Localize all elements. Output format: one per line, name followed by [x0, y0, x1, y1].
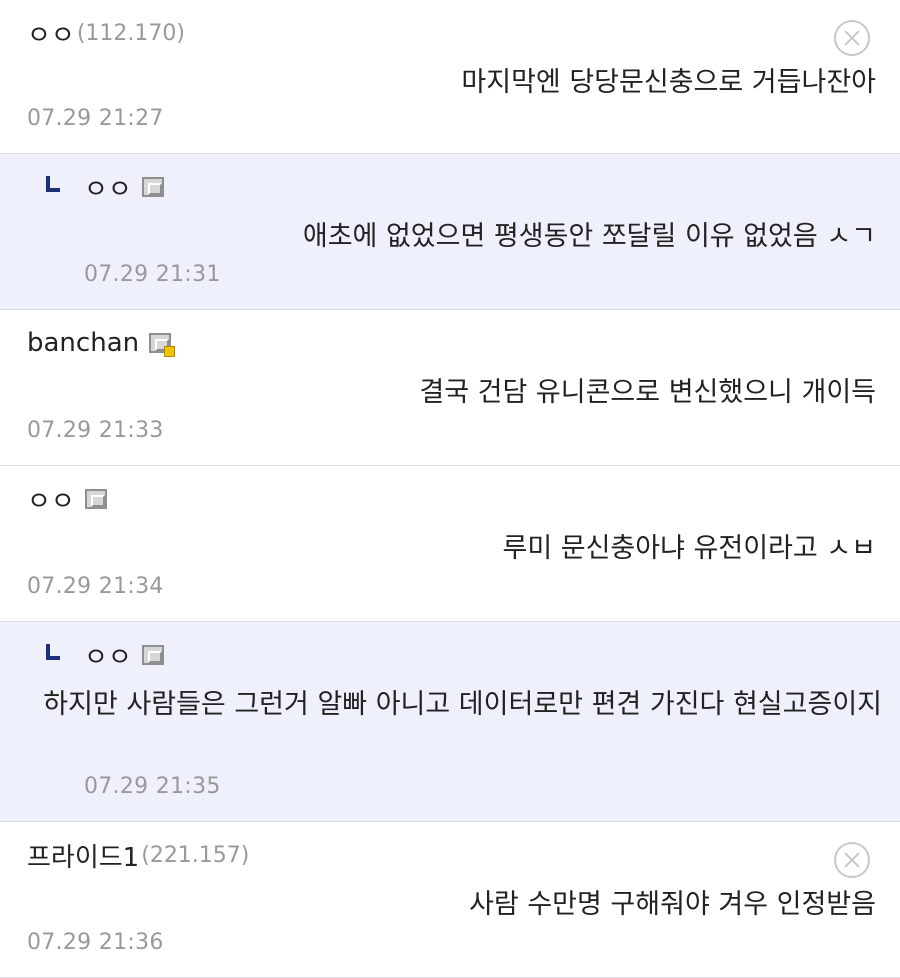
nickname[interactable]: ㅇㅇ: [84, 637, 132, 674]
ip-address: (221.157): [141, 842, 250, 868]
comment-header: ㅇㅇ: [84, 168, 164, 206]
nickname[interactable]: banchan: [27, 328, 139, 358]
comment-header: banchan: [27, 324, 176, 362]
comment-text: 애초에 없었으면 평생동안 쪼달릴 이유 없었음 ㅅㄱ: [302, 221, 876, 252]
member-badge-icon: [84, 489, 107, 509]
comment-header: ㅇㅇ: [84, 636, 164, 674]
comment-header: 프라이드1 (221.157): [27, 836, 249, 874]
comment-timestamp: 07.29 21:27: [27, 106, 164, 131]
member-badge-icon: [141, 177, 164, 197]
comment-timestamp: 07.29 21:33: [27, 418, 164, 443]
comment-item: 프라이드1 (221.157) 사람 수만명 구해줘야 겨우 인정받음 07.2…: [0, 822, 900, 978]
comment-item: ㅇㅇ (112.170) 마지막엔 당당문신충으로 거듭나잔아 07.29 21…: [0, 0, 900, 154]
comment-timestamp: 07.29 21:36: [27, 930, 164, 955]
comment-text: 마지막엔 당당문신충으로 거듭나잔아: [461, 67, 876, 98]
delete-icon[interactable]: [834, 20, 870, 56]
member-badge-icon: [141, 645, 164, 665]
comment-timestamp: 07.29 21:34: [27, 574, 164, 599]
comment-timestamp: 07.29 21:31: [84, 262, 221, 287]
nickname[interactable]: ㅇㅇ: [27, 15, 75, 52]
delete-icon[interactable]: [834, 842, 870, 878]
comment-text: 결국 건담 유니콘으로 변신했으니 개이득: [419, 377, 876, 408]
nickname[interactable]: ㅇㅇ: [84, 169, 132, 206]
comment-text: 하지만 사람들은 그런거 알빠 아니고 데이터로만 편견 가진다 현실고증이지: [43, 689, 882, 720]
gold-member-badge-icon: [149, 333, 176, 357]
comment-item: ㅇㅇ 루미 문신충아냐 유전이라고 ㅅㅂ 07.29 21:34: [0, 466, 900, 622]
reply-arrow-icon: [44, 176, 66, 194]
comment-text: 루미 문신충아냐 유전이라고 ㅅㅂ: [502, 533, 876, 564]
nickname[interactable]: 프라이드1: [27, 837, 139, 874]
comment-header: ㅇㅇ (112.170): [27, 14, 185, 52]
comment-timestamp: 07.29 21:35: [84, 774, 221, 799]
ip-address: (112.170): [76, 20, 185, 46]
comment-item: banchan 결국 건담 유니콘으로 변신했으니 개이득 07.29 21:3…: [0, 310, 900, 466]
reply-item: ㅇㅇ 하지만 사람들은 그런거 알빠 아니고 데이터로만 편견 가진다 현실고증…: [0, 622, 900, 822]
nickname[interactable]: ㅇㅇ: [27, 481, 75, 518]
reply-item: ㅇㅇ 애초에 없었으면 평생동안 쪼달릴 이유 없었음 ㅅㄱ 07.29 21:…: [0, 154, 900, 310]
comment-header: ㅇㅇ: [27, 480, 107, 518]
comment-text: 사람 수만명 구해줘야 겨우 인정받음: [469, 889, 876, 920]
comment-list: ㅇㅇ (112.170) 마지막엔 당당문신충으로 거듭나잔아 07.29 21…: [0, 0, 900, 978]
reply-arrow-icon: [44, 644, 66, 662]
